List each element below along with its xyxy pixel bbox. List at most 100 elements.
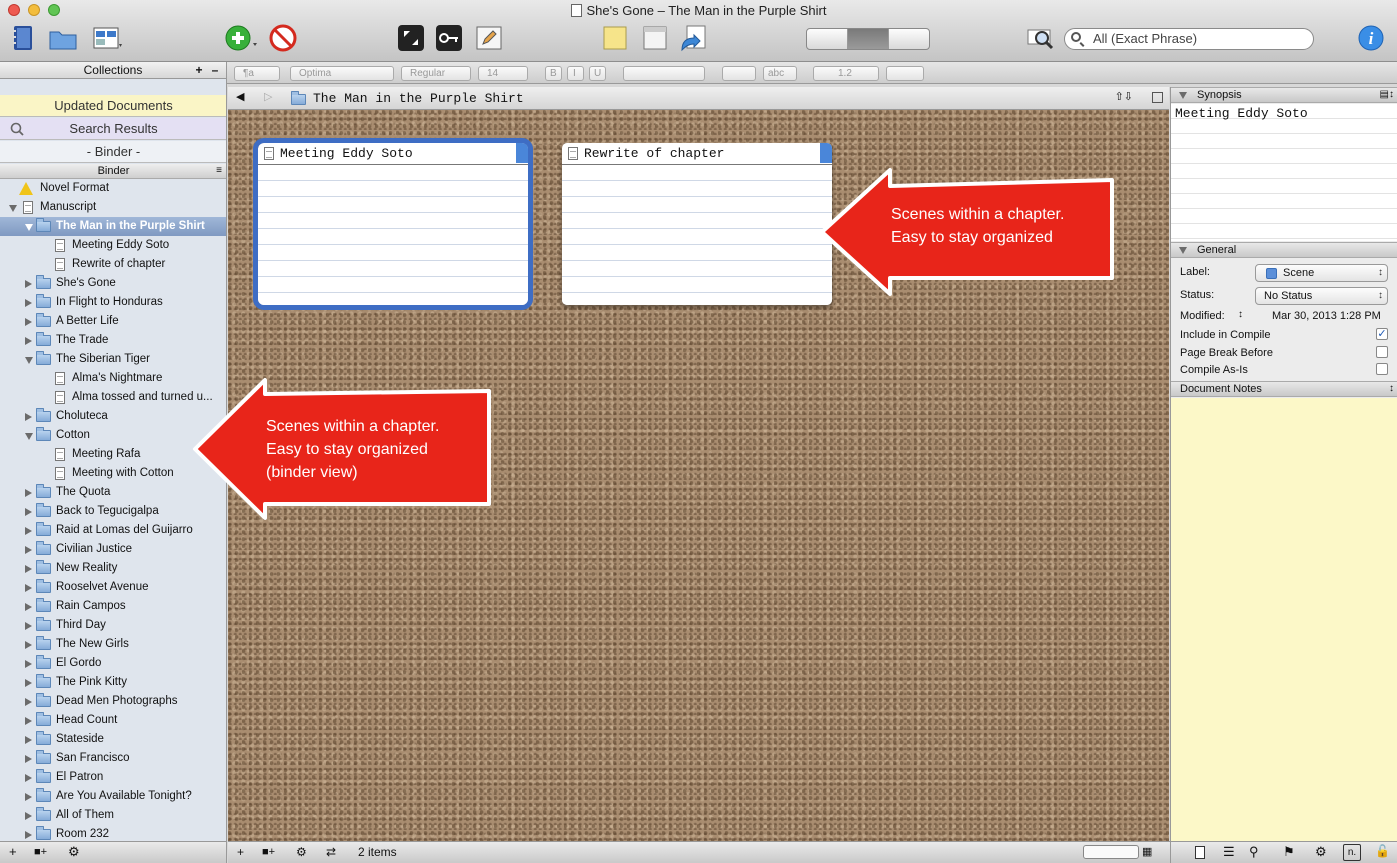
binder-item[interactable]: Third Day (0, 616, 226, 635)
binder-item[interactable]: In Flight to Honduras (0, 293, 226, 312)
bold-button[interactable]: B (545, 66, 562, 81)
disclosure-triangle-icon[interactable] (25, 527, 32, 535)
disclosure-triangle-icon[interactable] (25, 641, 32, 649)
disclosure-triangle-icon[interactable] (25, 622, 32, 630)
binder-item[interactable]: Meeting Eddy Soto (0, 236, 226, 255)
disclosure-triangle-icon[interactable] (25, 831, 32, 839)
add-item-icon[interactable]: + (9, 842, 17, 862)
font-family-popup[interactable]: Optima (290, 66, 394, 81)
disclosure-triangle-icon[interactable] (25, 736, 32, 744)
scrivenings-view-button[interactable] (807, 29, 848, 49)
disclosure-triangle-icon[interactable] (25, 812, 32, 820)
index-card-title[interactable]: Rewrite of chapter (562, 143, 832, 165)
disclosure-triangle-icon[interactable] (25, 508, 32, 516)
binder-item[interactable]: El Patron (0, 768, 226, 787)
page-break-checkbox[interactable] (1376, 346, 1388, 358)
collection-tab-updated-documents[interactable]: Updated Documents (0, 95, 226, 117)
document-notes-header[interactable]: Document Notes ↕ (1171, 381, 1397, 397)
index-card[interactable]: Rewrite of chapter (562, 143, 832, 305)
binder-item[interactable]: San Francisco (0, 749, 226, 768)
disclosure-triangle-icon[interactable] (25, 357, 33, 364)
document-notes-area[interactable] (1171, 398, 1397, 841)
disclosure-triangle-icon[interactable] (25, 489, 32, 497)
disclosure-triangle-icon[interactable] (25, 433, 33, 440)
disclosure-triangle-icon[interactable] (25, 299, 32, 307)
remove-collection-button[interactable]: – (208, 62, 222, 78)
fullscreen-button[interactable] (396, 24, 426, 52)
index-card[interactable]: Meeting Eddy Soto (253, 138, 533, 310)
synopsis-image-icon[interactable]: ▤↕ (1380, 88, 1394, 102)
compile-as-is-checkbox[interactable] (1376, 363, 1388, 375)
snapshot-button[interactable] (640, 24, 670, 52)
corkboard-layout-control[interactable] (1083, 845, 1139, 859)
disclosure-triangle-icon[interactable] (25, 584, 32, 592)
italic-button[interactable]: I (567, 66, 584, 81)
text-color-button[interactable] (722, 66, 756, 81)
synopsis-header[interactable]: Synopsis ▤↕ (1171, 87, 1397, 103)
disclosure-triangle-icon[interactable] (25, 603, 32, 611)
binder-item[interactable]: The Trade (0, 331, 226, 350)
style-popup[interactable]: ¶a (234, 66, 280, 81)
gear-menu-icon[interactable]: ⚙ (68, 842, 80, 862)
add-folder-icon[interactable]: ■+ (262, 842, 275, 862)
corkboard-view-button[interactable] (848, 29, 889, 49)
disclosure-triangle-icon[interactable] (25, 337, 32, 345)
compose-button[interactable] (474, 24, 504, 52)
split-editor-icon[interactable] (1152, 92, 1163, 103)
list-style-popup[interactable] (886, 66, 924, 81)
collections-toggle-button[interactable] (48, 24, 78, 52)
forward-arrow-icon[interactable]: ▷ (264, 90, 272, 103)
disclosure-triangle-icon[interactable] (25, 280, 32, 288)
grid-icon[interactable]: ▦ (1142, 842, 1152, 862)
binder-item[interactable]: El Gordo (0, 654, 226, 673)
alignment-control[interactable] (623, 66, 705, 81)
disclosure-triangle-icon[interactable] (25, 318, 32, 326)
collection-tab-search-results[interactable]: Search Results (0, 118, 226, 140)
outline-view-button[interactable] (889, 29, 929, 49)
snapshots-tab-icon[interactable]: ⚙ (1315, 844, 1327, 860)
swap-arrows-icon[interactable]: ⇄ (326, 842, 336, 862)
binder-item[interactable]: Rain Campos (0, 597, 226, 616)
general-header[interactable]: General (1171, 242, 1397, 258)
notes-button[interactable] (600, 24, 630, 52)
binder-item[interactable]: Rewrite of chapter (0, 255, 226, 274)
binder-item[interactable]: Novel Format (0, 179, 226, 198)
index-card-synopsis[interactable] (562, 165, 832, 305)
font-weight-popup[interactable]: Regular (401, 66, 471, 81)
disclosure-triangle-icon[interactable] (25, 755, 32, 763)
index-card-synopsis[interactable] (258, 165, 528, 305)
search-input[interactable]: All (Exact Phrase) (1064, 28, 1314, 50)
disclosure-triangle-icon[interactable] (25, 660, 32, 668)
disclosure-triangle-icon[interactable] (9, 205, 17, 212)
binder-item[interactable]: The Siberian Tiger (0, 350, 226, 369)
binder-item[interactable]: Manuscript (0, 198, 226, 217)
font-size-popup[interactable]: 14 (478, 66, 528, 81)
disclosure-triangle-icon[interactable] (25, 413, 32, 421)
keywords-tab-icon[interactable]: ⚲ (1249, 844, 1259, 860)
disclosure-triangle-icon[interactable] (25, 793, 32, 801)
disclosure-triangle-icon[interactable] (25, 717, 32, 725)
include-in-compile-checkbox[interactable]: ✓ (1376, 328, 1388, 340)
binder-item[interactable]: The New Girls (0, 635, 226, 654)
lock-icon[interactable]: 🔓 (1375, 844, 1390, 858)
comments-tab-icon[interactable]: n. (1343, 844, 1361, 861)
synopsis-text-area[interactable]: Meeting Eddy Soto (1171, 104, 1397, 241)
label-popup[interactable]: Scene (1255, 264, 1388, 282)
highlight-button[interactable]: abc (763, 66, 797, 81)
binder-item[interactable]: A Better Life (0, 312, 226, 331)
binder-item[interactable]: She's Gone (0, 274, 226, 293)
gear-menu-icon[interactable]: ⚙ (296, 842, 307, 862)
binder-item[interactable]: Rooselvet Avenue (0, 578, 226, 597)
delete-button[interactable] (268, 24, 298, 52)
add-collection-button[interactable]: + (192, 62, 206, 78)
keywords-button[interactable] (434, 24, 464, 52)
view-mode-button[interactable] (90, 24, 126, 52)
binder-item[interactable]: The Pink Kitty (0, 673, 226, 692)
binder-item[interactable]: All of Them (0, 806, 226, 825)
quick-reference-button[interactable] (1026, 24, 1056, 52)
add-folder-icon[interactable]: ■+ (34, 842, 47, 862)
link-button[interactable] (678, 24, 708, 52)
disclosure-triangle-icon[interactable] (25, 679, 32, 687)
metadata-tag-icon[interactable]: ⚑ (1283, 844, 1295, 860)
notes-popup-arrows-icon[interactable]: ↕ (1389, 382, 1394, 396)
